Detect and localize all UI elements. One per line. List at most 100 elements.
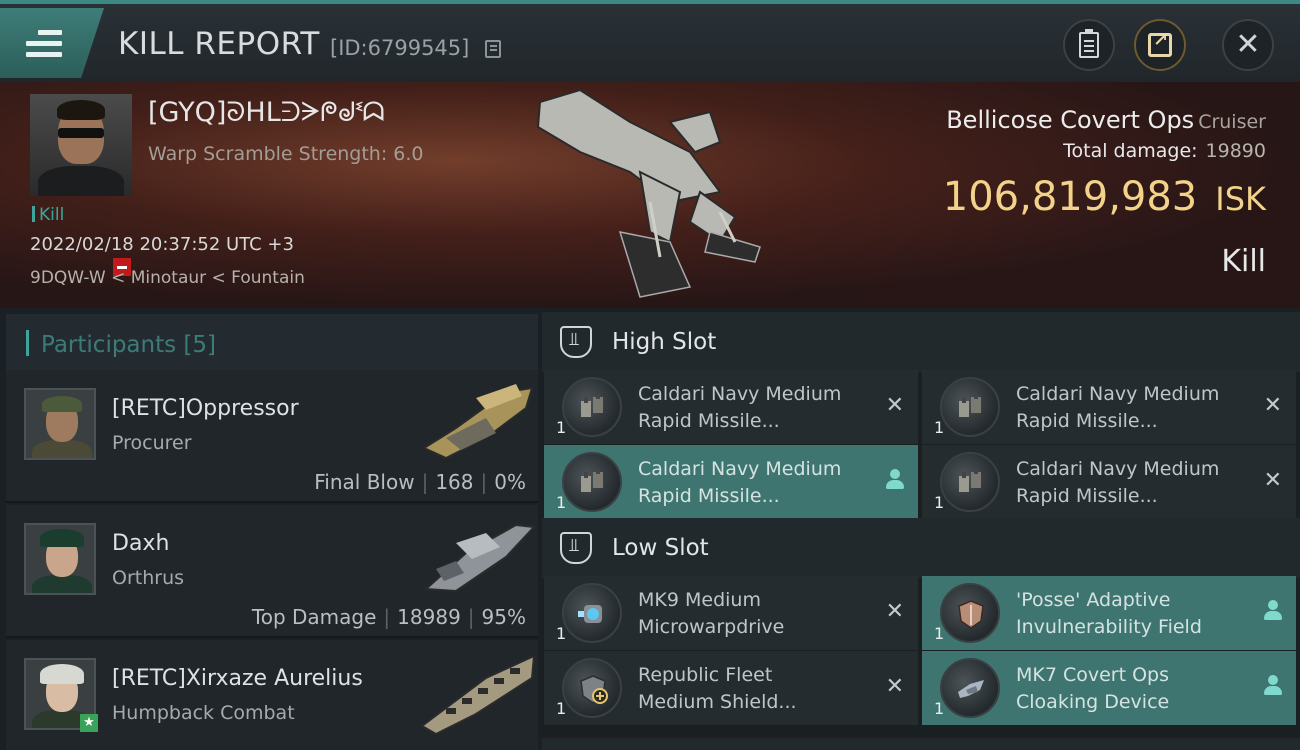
- warp-scramble-text: Warp Scramble Strength: 6.0: [148, 143, 424, 165]
- participant-name: Daxh: [112, 531, 170, 556]
- ship-name-text: Bellicose Covert Ops: [946, 106, 1195, 134]
- page-title: KILL REPORT: [118, 26, 320, 62]
- stat-label: Final Blow: [314, 470, 415, 494]
- cloaking-device-icon: [940, 658, 1000, 718]
- high-slot-header[interactable]: High Slot: [542, 312, 1300, 372]
- module-quantity: 1: [934, 418, 945, 437]
- module-slot[interactable]: 1 MK9 Medium Microwarpdrive ✕: [544, 576, 918, 650]
- clipboard-icon: [1079, 29, 1099, 58]
- missile-launcher-icon: [562, 452, 622, 512]
- copy-id-icon[interactable]: [485, 40, 501, 58]
- stat-percent: 0%: [494, 470, 526, 494]
- missile-launcher-icon: [940, 452, 1000, 512]
- module-quantity: 1: [934, 493, 945, 512]
- kill-datetime: 2022/02/18 20:37:52 UTC +3: [30, 234, 294, 255]
- stat-damage: 168: [435, 470, 474, 494]
- hamburger-icon: [26, 30, 62, 63]
- kill-location[interactable]: 9DQW-W < Minotaur < Fountain: [30, 268, 305, 288]
- kill-id: [ID:6799545]: [330, 36, 470, 60]
- participant-ship-image: [423, 523, 536, 593]
- pilot-icon: [886, 469, 904, 491]
- participants-panel: Participants [5] [RETC]Oppressor Procure…: [0, 308, 542, 750]
- victim-ship-name[interactable]: Bellicose Covert Ops Cruiser: [946, 106, 1266, 134]
- module-name: MK7 Covert Ops Cloaking Device: [1016, 664, 1170, 713]
- pilot-icon: [1264, 600, 1282, 622]
- kill-tag: Kill: [32, 205, 64, 225]
- module-slot[interactable]: 1 Caldari Navy Medium Rapid Missile... ✕: [544, 370, 918, 444]
- participants-label: Participants [5]: [26, 330, 216, 358]
- offline-icon: ✕: [1263, 393, 1282, 418]
- participant-row[interactable]: Daxh Orthrus Top Damage | 18989 | 95%: [6, 505, 538, 638]
- star-badge-icon: ★: [80, 714, 98, 732]
- stat-damage: 18989: [397, 605, 461, 629]
- stat-label: Top Damage: [251, 605, 377, 629]
- result-label: Kill: [1221, 244, 1266, 279]
- top-bar: KILL REPORT [ID:6799545] ✕: [0, 0, 1300, 82]
- victim-name[interactable]: [GYQ]ᘐᕼᒪᕭᗒᖘᖙᓫᗣ: [148, 97, 385, 129]
- isk-unit: ISK: [1215, 180, 1266, 218]
- module-name: 'Posse' Adaptive Invulnerability Field: [1016, 589, 1202, 638]
- low-slot-label: Low Slot: [612, 535, 709, 561]
- participant-stats: Final Blow | 168 | 0%: [314, 470, 526, 494]
- participants-header[interactable]: Participants [5]: [6, 314, 538, 370]
- microwarpdrive-icon: [562, 583, 622, 643]
- clipboard-button[interactable]: [1063, 19, 1115, 71]
- participant-row[interactable]: [RETC]Oppressor Procurer Final Blow | 168 |…: [6, 370, 538, 503]
- menu-button[interactable]: [0, 8, 104, 78]
- avatar: [24, 388, 96, 460]
- participant-ship-image: [421, 384, 534, 460]
- module-slot[interactable]: 1 Republic Fleet Medium Shield... ✕: [544, 651, 918, 725]
- isk-value: 106,819,983 ISK: [943, 174, 1266, 220]
- module-slot[interactable]: 1 MK7 Covert Ops Cloaking Device: [922, 651, 1296, 725]
- isk-amount: 106,819,983: [942, 174, 1198, 220]
- low-slot-icon: [560, 532, 592, 564]
- module-slot[interactable]: 1 Caldari Navy Medium Rapid Missile... ✕: [922, 370, 1296, 444]
- offline-icon: ✕: [885, 674, 904, 699]
- participant-name: [RETC]Xirxaze Aurelius: [112, 666, 363, 691]
- missile-launcher-icon: [562, 377, 622, 437]
- share-icon: [1148, 30, 1172, 57]
- module-name: MK9 Medium Microwarpdrive: [638, 589, 785, 638]
- close-button[interactable]: ✕: [1222, 19, 1274, 71]
- module-quantity: 1: [934, 699, 945, 718]
- module-slot[interactable]: 1 Caldari Navy Medium Rapid Missile...: [544, 445, 918, 519]
- participant-row[interactable]: ★ [RETC]Xirxaze Aurelius Humpback Combat: [6, 640, 538, 750]
- victim-portrait[interactable]: [30, 94, 132, 196]
- module-name: Caldari Navy Medium Rapid Missile...: [638, 383, 842, 432]
- participant-ship: Procurer: [112, 432, 192, 454]
- module-quantity: 1: [556, 624, 567, 643]
- offline-icon: ✕: [1263, 468, 1282, 493]
- participant-ship: Orthrus: [112, 567, 185, 589]
- total-damage: Total damage: 19890: [1063, 140, 1266, 162]
- high-slot-label: High Slot: [612, 329, 717, 355]
- module-name: Caldari Navy Medium Rapid Missile...: [1016, 458, 1220, 507]
- avatar: [24, 523, 96, 595]
- ship-class: Cruiser: [1198, 111, 1266, 133]
- total-damage-value: 19890: [1205, 140, 1266, 162]
- stat-percent: 95%: [481, 605, 526, 629]
- module-slot[interactable]: 1 'Posse' Adaptive Invulnerability Field: [922, 576, 1296, 650]
- participant-name: [RETC]Oppressor: [112, 396, 299, 421]
- total-damage-label: Total damage:: [1063, 140, 1198, 162]
- module-quantity: 1: [934, 624, 945, 643]
- pilot-icon: [1264, 675, 1282, 697]
- close-icon: ✕: [1235, 27, 1261, 62]
- fitting-panel: High Slot 1 Caldari Navy MediumRapid Mis…: [542, 308, 1300, 750]
- module-name: Caldari Navy Medium Rapid Missile...: [1016, 383, 1220, 432]
- low-slot-header[interactable]: Low Slot: [542, 518, 1300, 578]
- participant-stats: Top Damage | 18989 | 95%: [251, 605, 526, 629]
- participant-ship-image: [420, 654, 536, 734]
- module-quantity: 1: [556, 493, 567, 512]
- shield-hardener-icon: [940, 583, 1000, 643]
- share-button[interactable]: [1134, 19, 1186, 71]
- victim-ship-image[interactable]: [520, 82, 780, 308]
- mid-slot-header[interactable]: [542, 738, 1300, 750]
- module-quantity: 1: [556, 418, 567, 437]
- offline-icon: ✕: [885, 393, 904, 418]
- module-quantity: 1: [556, 699, 567, 718]
- module-slot[interactable]: 1 Caldari Navy Medium Rapid Missile... ✕: [922, 445, 1296, 519]
- module-name: Caldari Navy Medium Rapid Missile...: [638, 458, 842, 507]
- kill-banner: [GYQ]ᘐᕼᒪᕭᗒᖘᖙᓫᗣ Warp Scramble Strength: 6…: [0, 82, 1300, 308]
- high-slot-icon: [560, 326, 592, 358]
- module-name: Republic Fleet Medium Shield...: [638, 664, 797, 713]
